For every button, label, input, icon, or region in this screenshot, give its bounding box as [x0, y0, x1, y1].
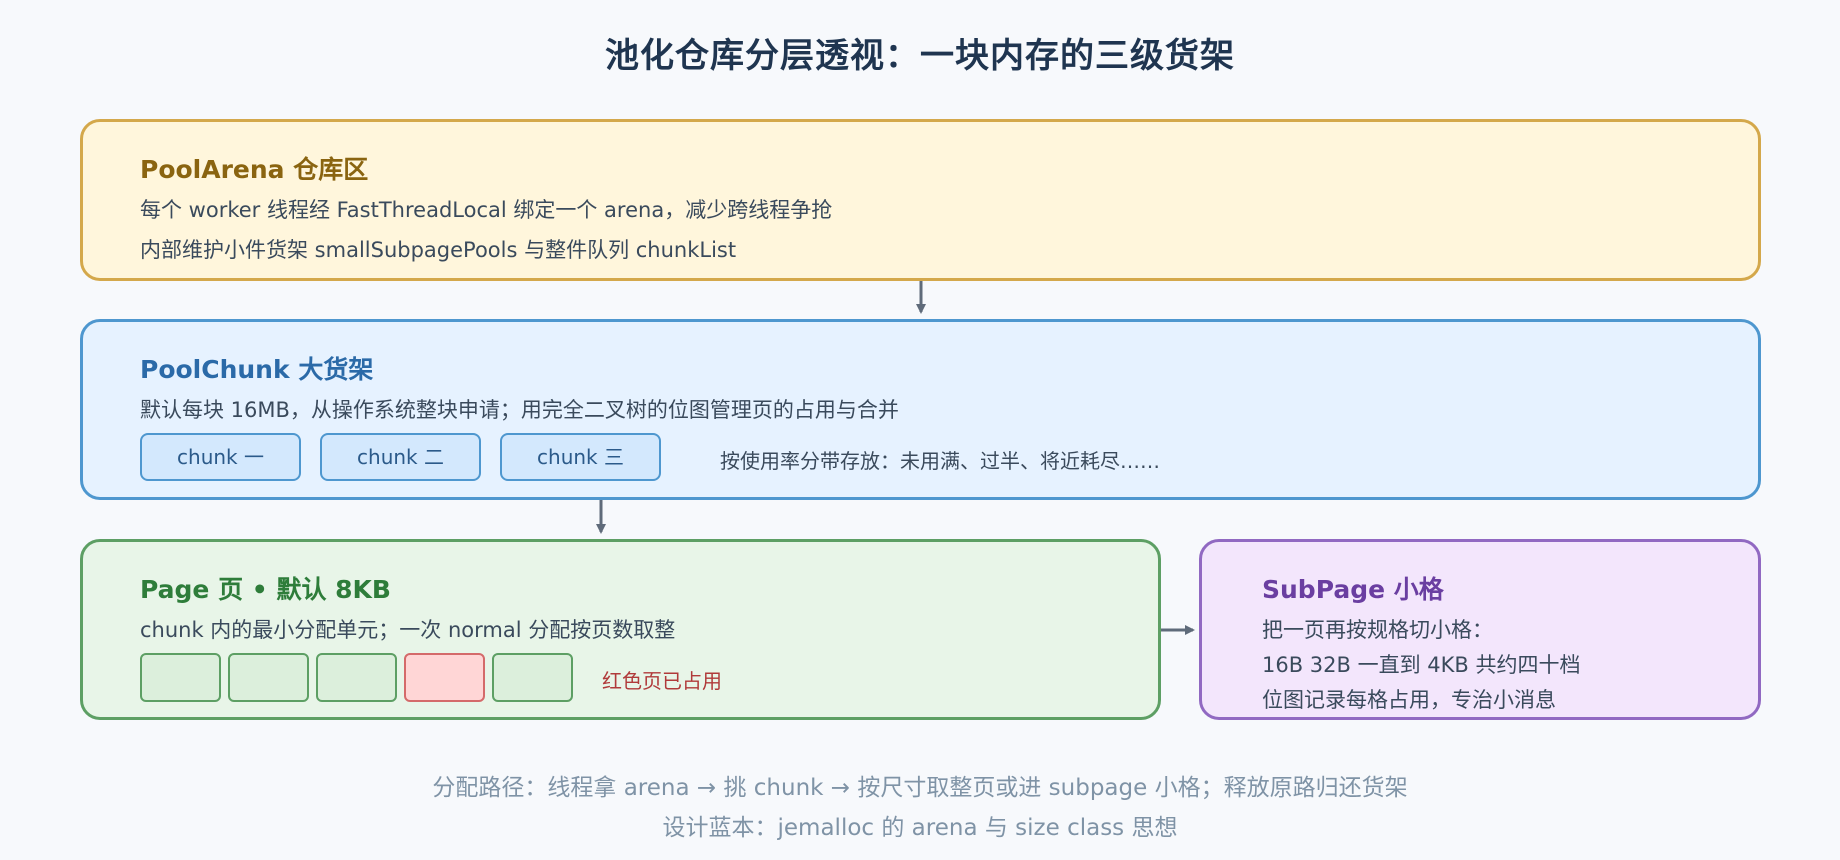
page-cell-1 — [140, 653, 221, 702]
subpage-line-3: 位图记录每格占用，专治小消息 — [1262, 688, 1556, 712]
footer-design-basis: 设计蓝本：jemalloc 的 arena 与 size class 思想 — [662, 815, 1178, 841]
footer-allocation-path: 分配路径：线程拿 arena → 挑 chunk → 按尺寸取整页或进 subp… — [432, 775, 1408, 801]
subpage-line-2: 16B 32B 一直到 4KB 共约四十档 — [1262, 653, 1581, 677]
page-title: Page 页 • 默认 8KB — [140, 575, 391, 604]
page-box: Page 页 • 默认 8KB chunk 内的最小分配单元；一次 normal… — [80, 539, 1161, 720]
pool-arena-title: PoolArena 仓库区 — [140, 155, 369, 184]
page-cell-3 — [316, 653, 397, 702]
pool-arena-line-2: 内部维护小件货架 smallSubpagePools 与整件队列 chunkLi… — [140, 238, 737, 262]
page-cell-5 — [492, 653, 573, 702]
subpage-line-1: 把一页再按规格切小格： — [1262, 618, 1493, 642]
page-cell-4 — [404, 653, 485, 702]
page-cell-2 — [228, 653, 309, 702]
chunk-usage-note: 按使用率分带存放：未用满、过半、将近耗尽…… — [720, 449, 1160, 473]
used-page-note: 红色页已占用 — [602, 669, 722, 693]
subpage-title: SubPage 小格 — [1262, 575, 1444, 604]
chunk-chip-3: chunk 三 — [500, 433, 661, 481]
pool-chunk-title: PoolChunk 大货架 — [140, 355, 374, 384]
pool-chunk-box: PoolChunk 大货架 默认每块 16MB，从操作系统整块申请；用完全二叉树… — [80, 319, 1761, 500]
pool-arena-box: PoolArena 仓库区 每个 worker 线程经 FastThreadLo… — [80, 119, 1761, 281]
chunk-chip-2: chunk 二 — [320, 433, 481, 481]
subpage-box: SubPage 小格 把一页再按规格切小格： 16B 32B 一直到 4KB 共… — [1199, 539, 1761, 720]
diagram-canvas: 池化仓库分层透视：一块内存的三级货架 PoolArena 仓库区 每个 work… — [0, 0, 1840, 860]
chunk-chip-1: chunk 一 — [140, 433, 301, 481]
diagram-title: 池化仓库分层透视：一块内存的三级货架 — [605, 36, 1235, 76]
pool-chunk-line: 默认每块 16MB，从操作系统整块申请；用完全二叉树的位图管理页的占用与合并 — [140, 398, 899, 422]
page-line: chunk 内的最小分配单元；一次 normal 分配按页数取整 — [140, 618, 676, 642]
pool-arena-line-1: 每个 worker 线程经 FastThreadLocal 绑定一个 arena… — [140, 198, 833, 222]
